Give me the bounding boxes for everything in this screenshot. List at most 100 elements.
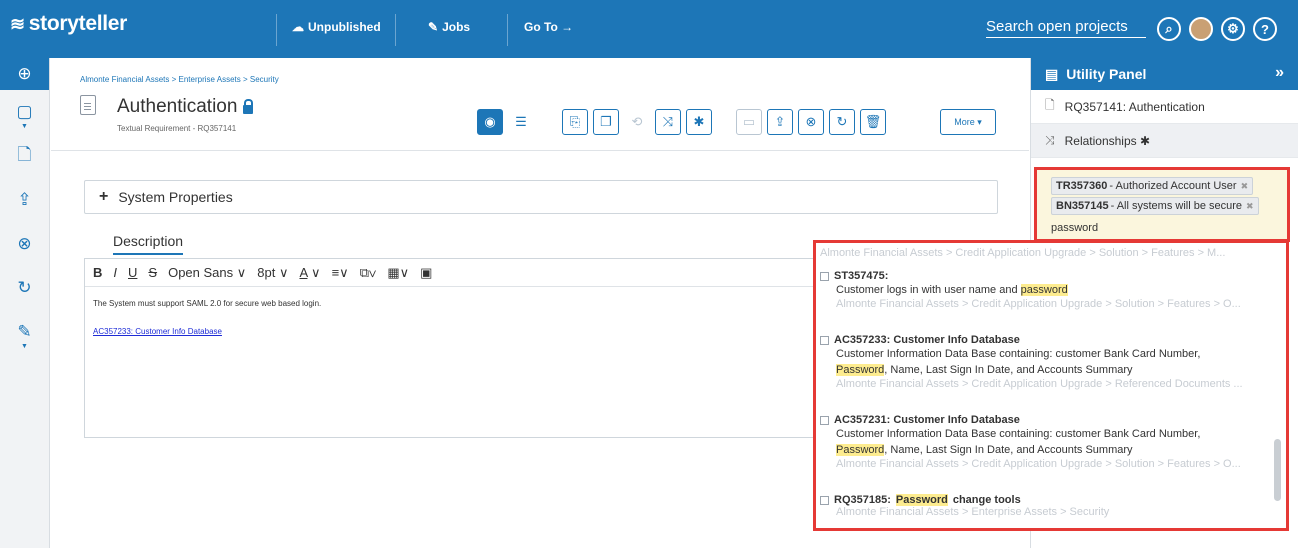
result-body-text: Customer logs in with user name and [836,284,1021,296]
editor-content[interactable]: The System must support SAML 2.0 for sec… [85,287,818,336]
relationship-chip[interactable]: TR357360 - Authorized Account User ✖ [1051,177,1254,195]
document-icon[interactable]: 🗋 [0,134,49,178]
lock-icon [243,98,254,114]
insert-link-select[interactable]: ⧉∨ [360,265,377,281]
unpublished-button[interactable]: ☁ Unpublished [292,20,381,34]
relationship-search-input[interactable]: password [1051,222,1098,234]
cloud-upload-icon[interactable]: ⇪ [0,178,49,222]
checkbox[interactable] [820,495,829,505]
underline-button[interactable]: U [128,265,137,280]
generate-icon[interactable]: ⎘ [562,109,588,135]
result-title: AC357231: Customer Info Database [820,414,1270,426]
result-path: Almonte Financial Assets > Credit Applic… [820,247,1226,259]
textual-requirement-icon [80,95,96,115]
avatar[interactable] [1189,17,1213,41]
list-item[interactable]: RQ357185: Password change tools Almonte … [820,494,1270,518]
asterisk-icon[interactable]: ✱ [686,109,712,135]
shuffle-icon[interactable]: ⤨ [655,109,681,135]
strikethrough-button[interactable]: S [148,265,157,280]
remove-chip-icon[interactable]: ✖ [1246,201,1254,212]
edit-document-icon[interactable]: ✎ ▼ [0,310,49,354]
utility-artifact-label: RQ357141: Authentication [1064,99,1205,114]
list-view-icon[interactable]: ☰ [508,109,534,135]
goto-label: Go To → [524,20,574,34]
utility-panel-header: ▤ Utility Panel » [1031,58,1298,90]
logo-text: storyteller [28,12,128,35]
highlight-match: Password [836,364,885,376]
storyteller-logo-icon: ≋ [10,13,25,34]
result-body-text: Customer Information Data Base containin… [836,348,1201,360]
font-color-select[interactable]: A ∨ [299,265,320,281]
shuffle-icon: ⤨ [1045,133,1055,147]
explore-icon[interactable]: ⊕ [0,58,49,90]
list-item: Almonte Financial Assets > Credit Applic… [820,247,1270,259]
sync-icon[interactable]: ⟲ [624,109,650,135]
help-icon[interactable]: ? [1253,17,1277,41]
top-nav-bar: ≋ storyteller ☁ Unpublished ✎ Jobs Go To… [0,0,1298,58]
inline-trace-link[interactable]: AC357233: Customer Info Database [93,327,810,336]
chip-text: - Authorized Account User [1109,180,1237,192]
system-properties-panel[interactable]: + System Properties [84,180,998,214]
result-title-text: AC357233: Customer Info Database [834,334,1020,346]
checkbox[interactable] [820,271,829,281]
relationships-section[interactable]: ⤨ Relationships ✱ [1031,124,1298,158]
more-button[interactable]: More ▾ [940,109,996,135]
rich-text-editor[interactable]: B I U S Open Sans ∨ 8pt ∨ A ∨ ≡∨ ⧉∨ ▦∨ ▣… [84,258,819,438]
jobs-label: Jobs [442,20,471,34]
relationship-chip[interactable]: BN357145 - All systems will be secure ✖ [1051,197,1259,215]
discard-icon[interactable]: ⊗ [798,109,824,135]
image-icon[interactable]: ▣ [420,265,432,281]
discussion-icon[interactable]: ◉ [477,109,503,135]
chip-text: - All systems will be secure [1110,200,1243,212]
artifact-title: Authentication [117,96,238,117]
result-path: Almonte Financial Assets > Credit Applic… [836,378,1243,390]
checkbox[interactable] [820,335,829,345]
bold-button[interactable]: B [93,265,102,280]
relationships-label: Relationships ✱ [1064,133,1151,148]
refresh-icon[interactable]: ↻ [0,266,49,310]
storyteller-logo[interactable]: ≋ storyteller [10,12,127,36]
jobs-button[interactable]: ✎ Jobs [428,20,470,34]
publish-icon[interactable]: ⇪ [767,109,793,135]
result-title: RQ357185: Password change tools [820,494,1270,506]
artifact-subtitle: Textual Requirement - RQ357141 [117,124,237,133]
search-icon[interactable]: ⌕ [1157,17,1181,41]
result-path: Almonte Financial Assets > Credit Applic… [836,298,1241,310]
list-item[interactable]: AC357231: Customer Info Database Custome… [820,414,1270,470]
goto-button[interactable]: Go To → [524,20,573,34]
copy-icon[interactable]: ❐ [593,109,619,135]
cancel-circle-icon[interactable]: ⊗ [0,222,49,266]
list-item[interactable]: ST357475: Customer logs in with user nam… [820,270,1270,310]
result-title: AC357233: Customer Info Database [820,334,1270,346]
save-icon[interactable]: ▭ [736,109,762,135]
scrollbar[interactable] [1274,439,1281,501]
document-icon: 🗋 [1045,98,1055,112]
relationship-picker: TR357360 - Authorized Account User ✖ BN3… [1034,167,1290,242]
font-size-select[interactable]: 8pt ∨ [257,265,288,281]
cube-icon[interactable]: ▢ ▼ [0,90,49,134]
result-body-text: , Name, Last Sign In Date, and Accounts … [884,364,1133,376]
font-size-value: 8pt [257,264,276,280]
align-select[interactable]: ≡∨ [332,265,349,281]
chevron-down-icon: ▼ [21,123,28,130]
highlight-match: password [1020,284,1068,296]
chevron-down-icon: ▼ [21,343,28,350]
refresh-icon[interactable]: ↻ [829,109,855,135]
font-family-select[interactable]: Open Sans ∨ [168,265,246,281]
settings-icon[interactable]: ⚙ [1221,17,1245,41]
delete-icon[interactable]: 🗑 [860,109,886,135]
search-open-projects[interactable]: Search open projects [986,18,1146,38]
page-title: Authentication [117,96,254,118]
checkbox[interactable] [820,415,829,425]
table-select[interactable]: ▦∨ [387,265,409,281]
list-item[interactable]: AC357233: Customer Info Database Custome… [820,334,1270,390]
result-title: ST357475: [820,270,1270,282]
collapse-panel-icon[interactable]: » [1275,64,1284,82]
nav-divider [276,14,277,46]
remove-chip-icon[interactable]: ✖ [1241,181,1249,192]
cloud-icon: ☁ [292,20,304,34]
tab-description[interactable]: Description [113,233,184,255]
breadcrumb[interactable]: Almonte Financial Assets > Enterprise As… [80,75,279,84]
italic-button[interactable]: I [113,265,117,280]
utility-artifact-row: 🗋 RQ357141: Authentication [1031,90,1298,124]
